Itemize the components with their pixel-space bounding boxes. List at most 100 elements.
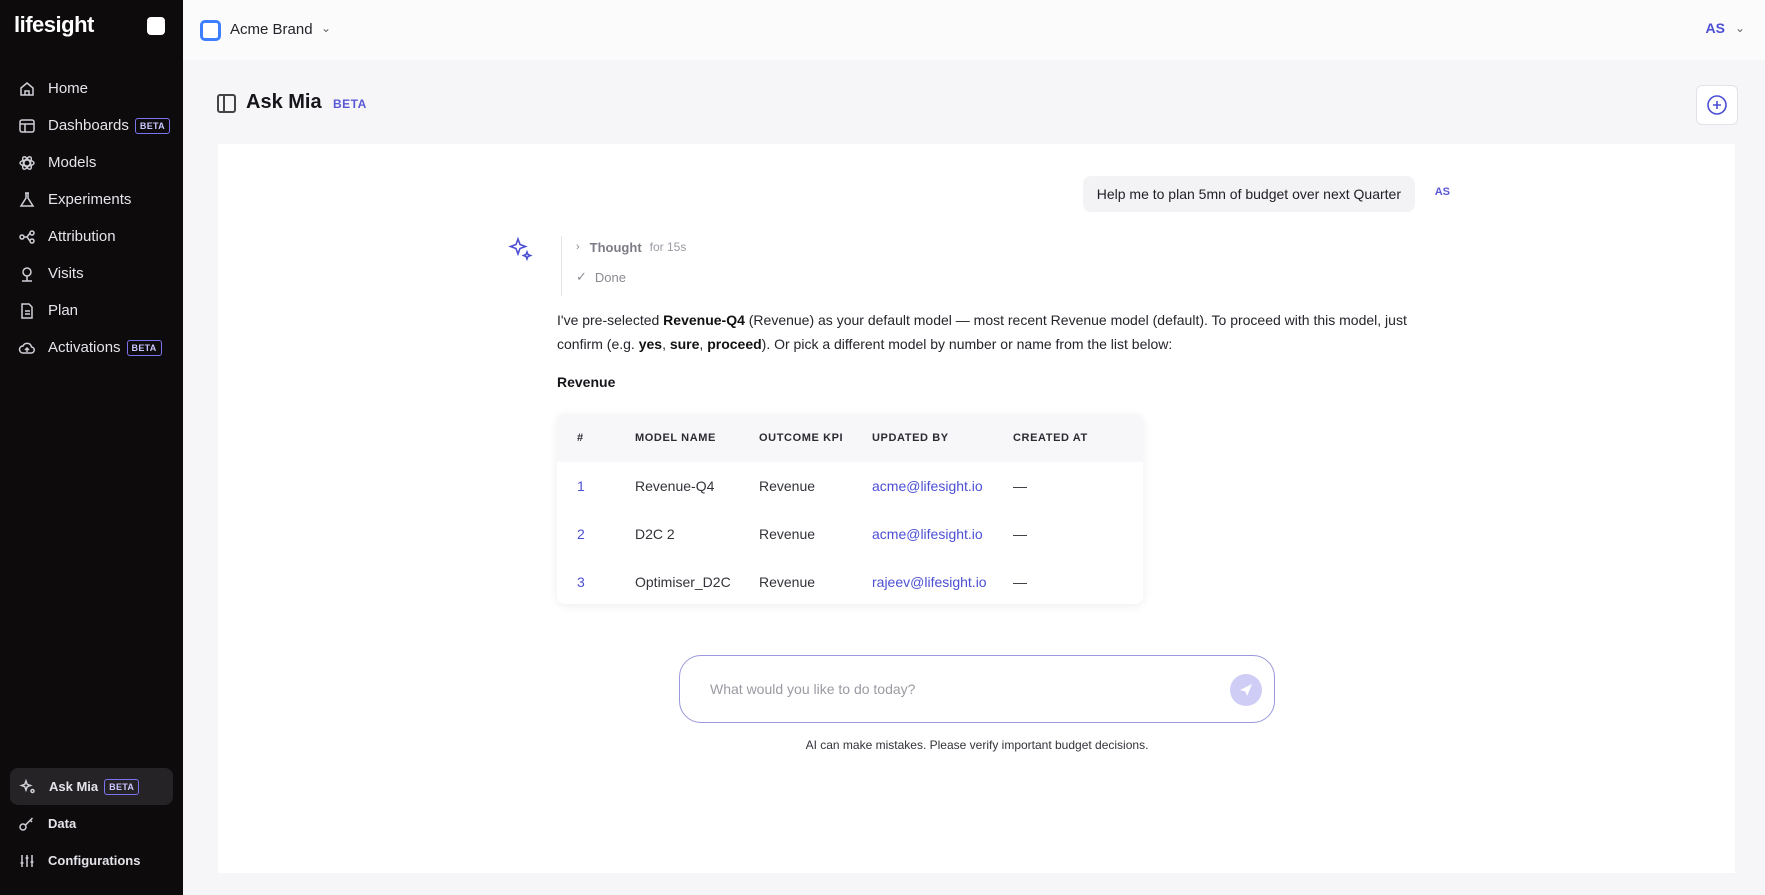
row-index: 2 [577,526,585,542]
visits-icon [18,265,36,283]
column-header: CREATED AT [1013,432,1088,444]
updated-by-link[interactable]: acme@lifesight.io [852,510,993,558]
row-index: 1 [577,478,585,494]
sliders-icon [18,852,36,870]
table-header-row: # MODEL NAME OUTCOME KPI UPDATED BY CREA… [557,414,1143,462]
sidebar-item-home[interactable]: Home [0,70,183,107]
thought-label: Thought [589,239,642,255]
top-bar: Acme Brand ⌄ AS ⌄ [183,0,1765,60]
column-header: MODEL NAME [635,432,716,444]
table-row[interactable]: 2 D2C 2 Revenue acme@lifesight.io — [557,510,1143,558]
avatar[interactable]: AS [1706,20,1725,36]
sparkle-icon [19,778,37,796]
updated-by-link[interactable]: acme@lifesight.io [852,462,993,510]
brand-selector[interactable]: Acme Brand [230,21,313,38]
sidebar-item-label: Experiments [48,191,132,208]
created-at: — [1013,574,1027,590]
outcome-kpi: Revenue [759,574,816,590]
sidebar-item-data[interactable]: Data [0,805,183,842]
answer-text: , [662,336,670,352]
done-row: ✓ Done [576,266,686,288]
dashboard-icon [18,117,36,135]
sidebar-item-visits[interactable]: Visits [0,255,183,292]
beta-badge: BETA [333,97,367,111]
sidebar-item-models[interactable]: Models [0,144,183,181]
flask-icon [18,191,36,209]
column-header: OUTCOME KPI [759,432,844,444]
sidebar-item-label: Ask Mia [49,779,99,794]
created-at: — [1013,478,1027,494]
sidebar-item-label: Configurations [48,853,141,868]
answer-keyword: sure [669,336,700,352]
outcome-kpi: Revenue [759,526,816,542]
new-chat-button[interactable] [1696,85,1738,125]
table-row[interactable]: 1 Revenue-Q4 Revenue acme@lifesight.io — [557,462,1143,510]
outcome-kpi: Revenue [759,478,816,494]
chat-input[interactable] [710,678,1170,700]
beta-badge: BETA [134,117,170,134]
row-index: 3 [577,574,585,590]
sidebar-item-configurations[interactable]: Configurations [0,842,183,879]
user-message: Help me to plan 5mn of budget over next … [1082,176,1415,212]
sidebar-toggle-button[interactable] [147,17,165,35]
sidebar: lifesight Home Dashboards BETA Models Ex… [0,0,183,895]
assistant-message: I've pre-selected Revenue-Q4 (Revenue) a… [557,308,1427,356]
sidebar-item-experiments[interactable]: Experiments [0,181,183,218]
sidebar-item-label: Attribution [48,228,116,245]
sidebar-item-label: Home [48,80,89,97]
send-icon [1240,684,1252,696]
done-label: Done [594,269,626,285]
created-at: — [1013,526,1027,542]
page-header: Ask Mia BETA [183,60,1765,144]
page-title: Ask Mia [246,91,322,113]
sidebar-item-label: Models [48,154,97,171]
document-icon [18,302,36,320]
models-table: # MODEL NAME OUTCOME KPI UPDATED BY CREA… [557,414,1143,604]
sidebar-nav: Home Dashboards BETA Models Experiments … [0,70,183,366]
home-icon [18,80,36,98]
thought-duration: for 15s [649,240,687,254]
user-message-avatar: AS [1434,186,1450,198]
answer-text: I've pre-selected [557,312,664,328]
table-row[interactable]: 3 Optimiser_D2C Revenue rajeev@lifesight… [557,558,1143,604]
panel-toggle-icon[interactable] [217,94,236,113]
sidebar-item-plan[interactable]: Plan [0,292,183,329]
sidebar-item-label: Visits [48,265,84,282]
column-header: UPDATED BY [872,432,949,444]
answer-keyword: yes [638,336,663,352]
sidebar-item-attribution[interactable]: Attribution [0,218,183,255]
key-icon [18,815,36,833]
answer-text: ). Or pick a different model by number o… [761,336,1173,352]
beta-badge: BETA [126,339,162,356]
model-name: Optimiser_D2C [635,574,731,590]
mia-sparkle-icon [508,236,533,262]
chevron-down-icon[interactable]: ⌄ [321,21,331,35]
cloud-upload-icon [18,339,36,357]
sidebar-item-ask-mia[interactable]: Ask Mia BETA [10,768,173,805]
sidebar-item-dashboards[interactable]: Dashboards BETA [0,107,183,144]
chat-composer [679,655,1275,723]
sidebar-item-activations[interactable]: Activations BETA [0,329,183,366]
attribution-icon [18,228,36,246]
updated-by-link[interactable]: rajeev@lifesight.io [852,558,993,604]
disclaimer: AI can make mistakes. Please verify impo… [805,738,1149,752]
brand-square-icon [200,20,221,41]
chat-panel: Help me to plan 5mn of budget over next … [218,144,1735,873]
thought-toggle[interactable]: › Thought for 15s [576,236,686,258]
sidebar-bottom-nav: Ask Mia BETA Data Configurations [0,768,183,879]
send-button[interactable] [1230,674,1262,706]
section-title: Revenue [557,374,616,390]
chevron-down-icon[interactable]: ⌄ [1735,21,1745,35]
beta-badge: BETA [104,778,140,795]
models-icon [18,154,36,172]
check-icon: ✓ [576,269,587,284]
chevron-right-icon: › [576,241,580,253]
plus-circle-icon [1707,95,1727,115]
sidebar-item-label: Data [48,816,77,831]
thought-block: › Thought for 15s ✓ Done [561,236,686,296]
sidebar-item-label: Plan [48,302,79,319]
column-header: # [577,432,584,444]
model-name: Revenue-Q4 [635,478,715,494]
answer-model: Revenue-Q4 [663,312,745,328]
logo[interactable]: lifesight [14,12,94,38]
